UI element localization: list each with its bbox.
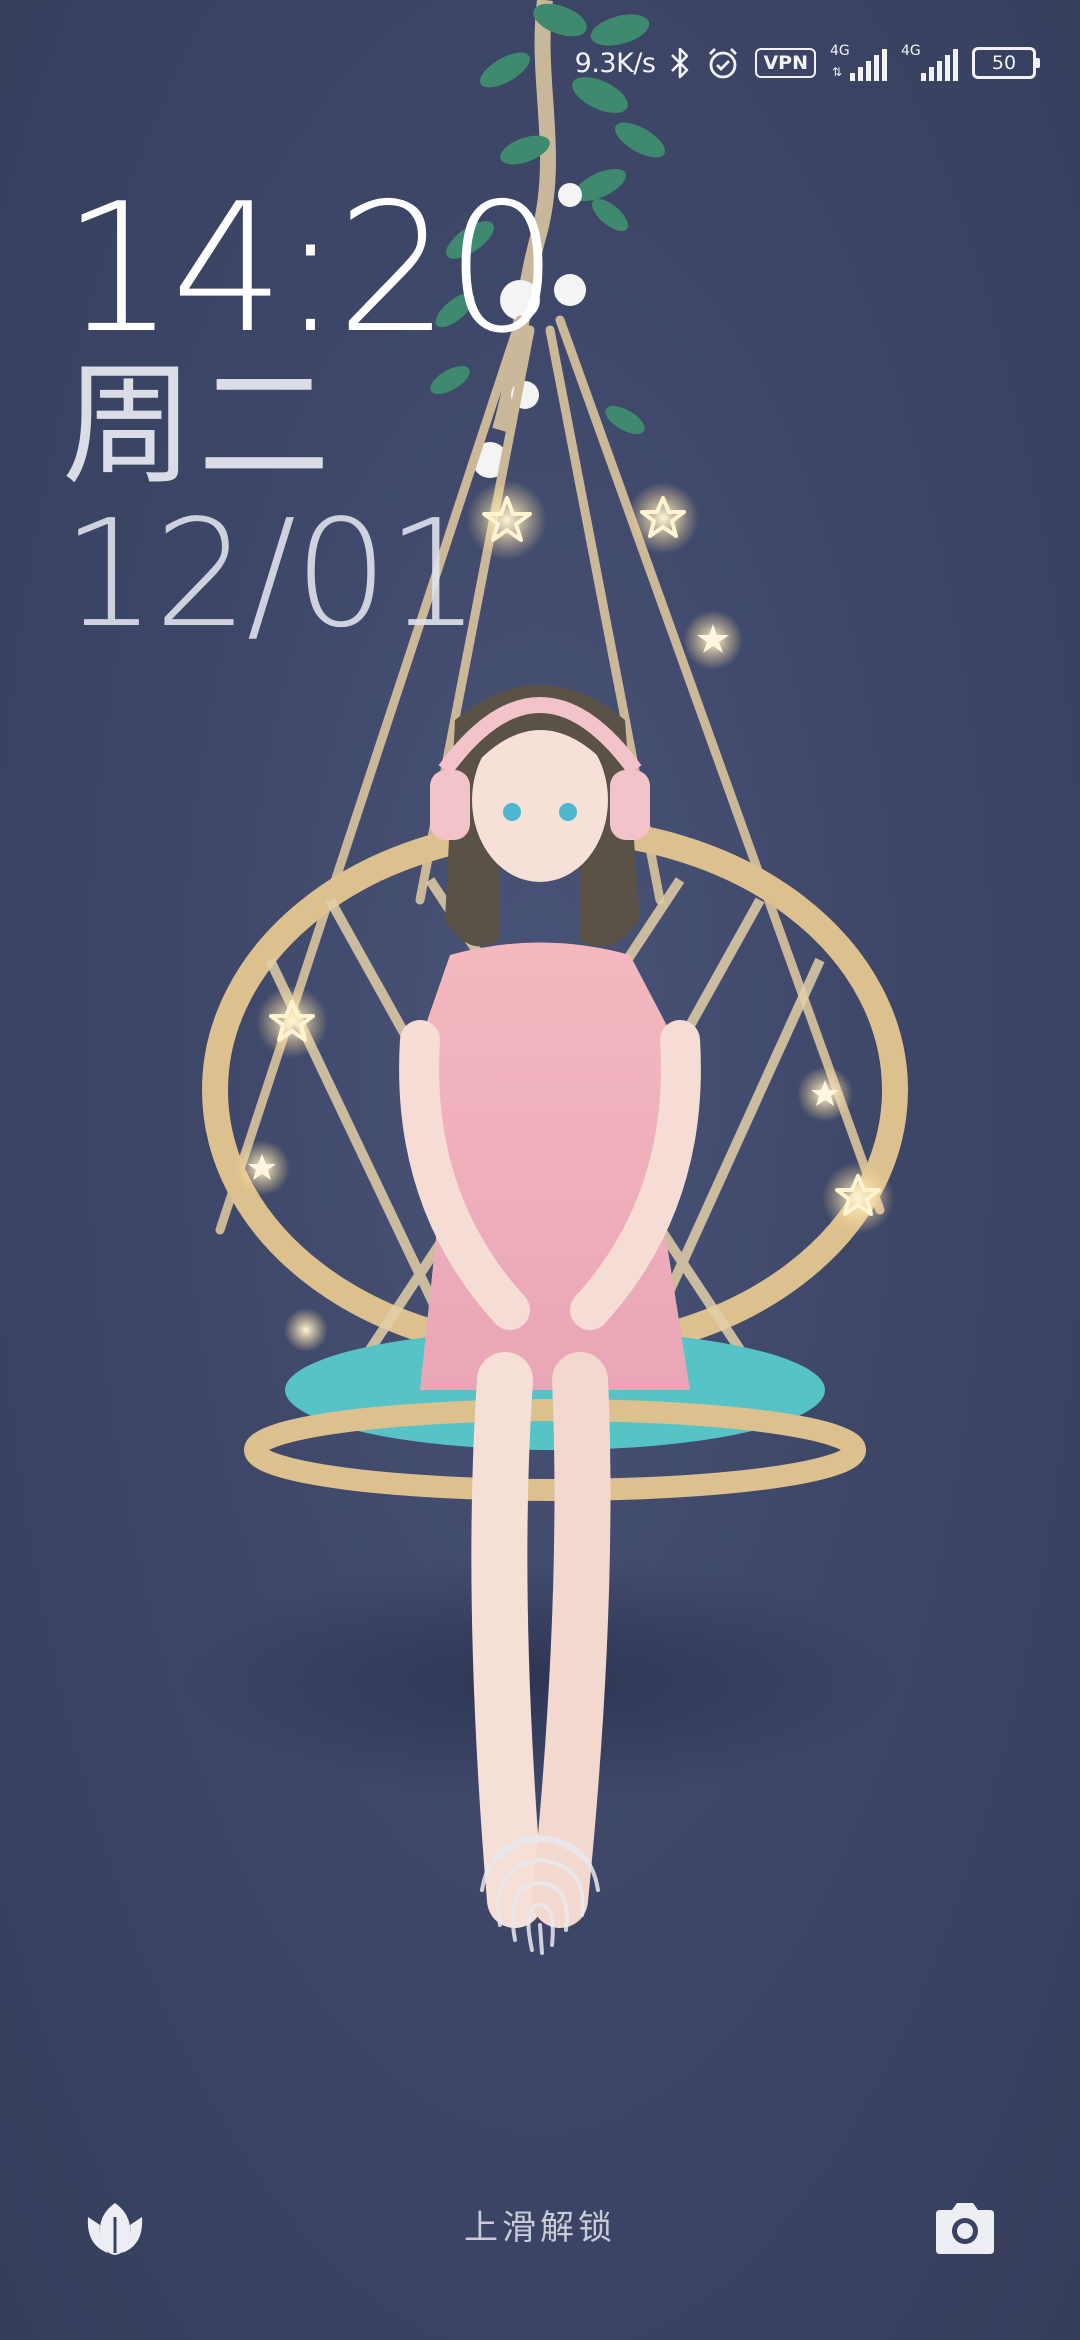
lockscreen-date: 12/01 [62,488,481,660]
battery-icon: 50 [972,47,1040,79]
lockscreen-weekday: 周二 [62,349,334,503]
sim1-network-type: 4G [830,43,850,59]
network-speed: 9.3K/s [574,47,656,79]
signal-icon: 4G [901,43,958,81]
alarm-icon [705,45,741,81]
lockscreen-time: 14:20 [62,165,559,372]
camera-icon[interactable] [930,2198,1000,2258]
status-bar: 9.3K/s VPN 4G ⇅ 4G 50 [575,38,1040,88]
battery-level: 50 [991,52,1017,74]
sim2-network-type: 4G [901,43,921,59]
fingerprint-icon[interactable] [460,1805,620,1965]
vpn-icon: VPN [755,48,816,78]
signal-icon: 4G ⇅ [830,43,887,81]
swipe-to-unlock-hint: 上滑解锁 [464,2208,616,2248]
bluetooth-icon [669,46,691,80]
